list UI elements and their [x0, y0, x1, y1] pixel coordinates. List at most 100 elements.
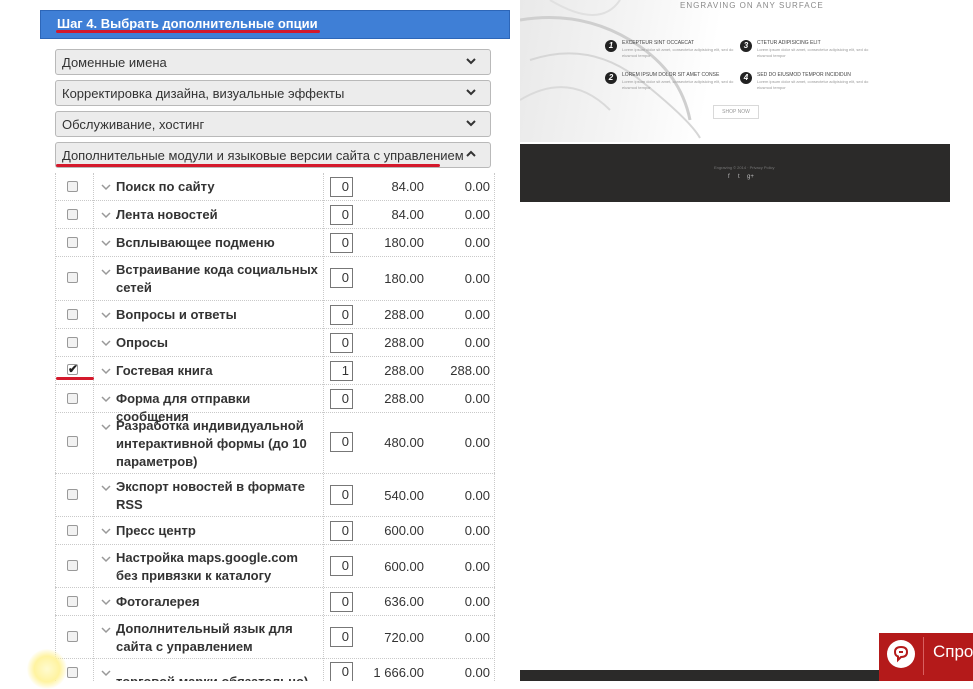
table-row: ✔ Гостевая книга 1 288.00 288.00	[55, 357, 495, 385]
option-total: 288.00	[450, 363, 490, 378]
chevron-down-icon[interactable]	[101, 396, 111, 403]
quantity-input[interactable]: 0	[330, 177, 353, 197]
option-price: 600.00	[384, 523, 424, 538]
table-row: Разработка индивидуальной интерактивной …	[55, 413, 495, 474]
quantity-input[interactable]: 0	[330, 389, 353, 409]
option-price: 480.00	[384, 435, 424, 450]
chevron-down-icon[interactable]	[101, 368, 111, 375]
quantity-input[interactable]: 0	[330, 521, 353, 541]
accordion-domains[interactable]: Доменные имена	[55, 49, 491, 75]
option-checkbox[interactable]	[67, 181, 78, 192]
quantity-input[interactable]: 0	[330, 268, 353, 288]
chevron-down-icon[interactable]	[101, 240, 111, 247]
preview-footer: Engraving © 2014 · Privacy Policy f t g+	[520, 144, 950, 202]
chevron-down-icon[interactable]	[101, 269, 111, 276]
option-checkbox[interactable]: ✔	[67, 362, 79, 376]
option-total: 0.00	[464, 523, 490, 538]
chevron-down-icon[interactable]	[101, 627, 111, 634]
table-row: Настройка maps.google.com без привязки к…	[55, 545, 495, 588]
feature-desc: Lorem ipsum dolor sit amet, consectetur …	[757, 47, 869, 58]
chevron-down-icon	[466, 58, 476, 65]
option-checkbox[interactable]	[67, 309, 78, 320]
option-price: 636.00	[384, 594, 424, 609]
option-name: Вопросы и ответы	[116, 307, 237, 322]
option-price: 600.00	[384, 559, 424, 574]
option-name: Фотогалерея	[116, 594, 200, 609]
step-title: Шаг 4. Выбрать дополнительные опции	[57, 16, 318, 31]
option-name: Разработка индивидуальной интерактивной …	[116, 418, 307, 469]
quantity-input[interactable]: 1	[330, 361, 353, 381]
checkmark-icon: ✔	[68, 362, 79, 376]
table-row: Встраивание кода социальных сетей 0 180.…	[55, 257, 495, 301]
chat-label: Спро	[933, 642, 973, 661]
chevron-down-icon[interactable]	[101, 528, 111, 535]
chevron-down-icon[interactable]	[101, 340, 111, 347]
quantity-input[interactable]: 0	[330, 556, 353, 576]
chevron-down-icon[interactable]	[101, 556, 111, 563]
option-checkbox[interactable]	[67, 337, 78, 348]
quantity-input[interactable]: 0	[330, 305, 353, 325]
table-row: Всплывающее подменю 0 180.00 0.00	[55, 229, 495, 257]
option-checkbox[interactable]	[67, 560, 78, 571]
option-name: Всплывающее подменю	[116, 235, 275, 250]
option-price: 84.00	[391, 179, 424, 194]
option-name: Настройка maps.google.com без привязки к…	[116, 550, 298, 583]
option-checkbox[interactable]	[67, 272, 78, 283]
option-total: 0.00	[464, 207, 490, 222]
option-total: 0.00	[464, 335, 490, 350]
chevron-down-icon	[466, 120, 476, 127]
option-price: 720.00	[384, 630, 424, 645]
hero-section: ENGRAVING ON ANY SURFACE 1 EXCEPTEUR SIN…	[520, 0, 950, 142]
chevron-down-icon[interactable]	[101, 424, 111, 431]
chat-icon	[887, 640, 915, 668]
feature-number: 1	[605, 40, 617, 52]
option-checkbox[interactable]	[67, 631, 78, 642]
quantity-input[interactable]: 0	[330, 592, 353, 612]
quantity-input[interactable]: 0	[330, 233, 353, 253]
quantity-input[interactable]: 0	[330, 432, 353, 452]
option-checkbox[interactable]	[67, 393, 78, 404]
chevron-down-icon[interactable]	[101, 184, 111, 191]
option-checkbox[interactable]	[67, 596, 78, 607]
option-name: Лента новостей	[116, 207, 218, 222]
accordion-design[interactable]: Корректировка дизайна, визуальные эффект…	[55, 80, 491, 106]
quantity-input[interactable]: 0	[330, 627, 353, 647]
accordion-hosting[interactable]: Обслуживание, хостинг	[55, 111, 491, 137]
option-checkbox[interactable]	[67, 489, 78, 500]
chevron-down-icon[interactable]	[101, 670, 111, 677]
option-checkbox[interactable]	[67, 209, 78, 220]
quantity-input[interactable]: 0	[330, 485, 353, 505]
quantity-input[interactable]: 0	[330, 205, 353, 225]
chevron-down-icon[interactable]	[101, 212, 111, 219]
twitter-icon[interactable]: t	[738, 174, 740, 180]
lightbulb-icon	[27, 649, 67, 689]
option-price: 288.00	[384, 335, 424, 350]
facebook-icon[interactable]: f	[728, 174, 730, 180]
option-name: Встраивание кода социальных сетей	[116, 262, 318, 295]
option-total: 0.00	[464, 630, 490, 645]
option-checkbox[interactable]	[67, 436, 78, 447]
chat-widget[interactable]: Спро	[879, 633, 973, 681]
shop-now-button[interactable]: SHOP NOW	[713, 105, 759, 119]
quantity-input[interactable]: 0	[330, 662, 353, 681]
option-checkbox[interactable]	[67, 525, 78, 536]
option-checkbox[interactable]	[67, 667, 78, 678]
option-total: 0.00	[464, 307, 490, 322]
option-total: 0.00	[464, 665, 490, 680]
table-row: Опросы 0 288.00 0.00	[55, 329, 495, 357]
quantity-input[interactable]: 0	[330, 333, 353, 353]
option-total: 0.00	[464, 594, 490, 609]
option-name: Гостевая книга	[116, 363, 213, 378]
chevron-down-icon[interactable]	[101, 485, 111, 492]
option-checkbox[interactable]	[67, 237, 78, 248]
preview-footer-bottom	[520, 670, 880, 681]
google-plus-icon[interactable]: g+	[747, 174, 754, 180]
option-total: 0.00	[464, 559, 490, 574]
chevron-down-icon[interactable]	[101, 599, 111, 606]
option-total: 0.00	[464, 179, 490, 194]
chevron-down-icon[interactable]	[101, 312, 111, 319]
table-row: Фотогалерея 0 636.00 0.00	[55, 588, 495, 616]
option-price: 180.00	[384, 271, 424, 286]
step-header: Шаг 4. Выбрать дополнительные опции	[40, 10, 510, 39]
option-total: 0.00	[464, 435, 490, 450]
